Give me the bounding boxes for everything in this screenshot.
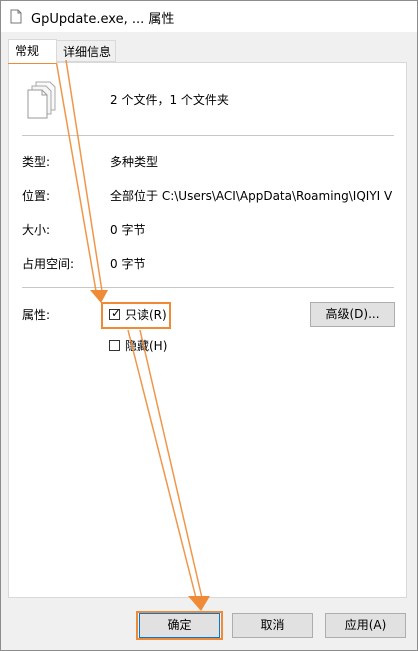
apply-button[interactable]: 应用(A) bbox=[325, 613, 406, 638]
tab-details[interactable]: 详细信息 bbox=[57, 40, 116, 62]
type-value: 多种类型 bbox=[110, 155, 159, 169]
advanced-button[interactable]: 高级(D)... bbox=[310, 302, 395, 327]
location-label: 位置: bbox=[22, 189, 51, 203]
hidden-label[interactable]: 隐藏(H) bbox=[125, 337, 167, 354]
window-title: GpUpdate.exe, ... 属性 bbox=[31, 12, 175, 27]
highlight-readonly bbox=[101, 302, 171, 329]
document-icon bbox=[10, 9, 22, 24]
selection-summary: 2 个文件，1 个文件夹 bbox=[110, 93, 229, 107]
size-value: 0 字节 bbox=[110, 223, 146, 237]
cancel-button[interactable]: 取消 bbox=[232, 613, 313, 638]
size-label: 大小: bbox=[22, 223, 51, 237]
tab-general[interactable]: 常规 bbox=[8, 39, 57, 63]
type-label: 类型: bbox=[22, 155, 51, 169]
size-on-disk-value: 0 字节 bbox=[110, 257, 146, 271]
general-panel bbox=[8, 62, 407, 598]
title-bar[interactable]: GpUpdate.exe, ... 属性 bbox=[1, 1, 417, 32]
divider bbox=[22, 135, 394, 136]
divider bbox=[22, 287, 394, 288]
hidden-checkbox[interactable] bbox=[109, 340, 120, 351]
multiple-files-icon bbox=[27, 81, 56, 119]
size-on-disk-label: 占用空间: bbox=[22, 257, 75, 271]
location-value: 全部位于 C:\Users\ACI\AppData\Roaming\IQIYI … bbox=[110, 189, 393, 203]
attributes-label: 属性: bbox=[22, 308, 51, 322]
highlight-ok bbox=[136, 611, 223, 640]
